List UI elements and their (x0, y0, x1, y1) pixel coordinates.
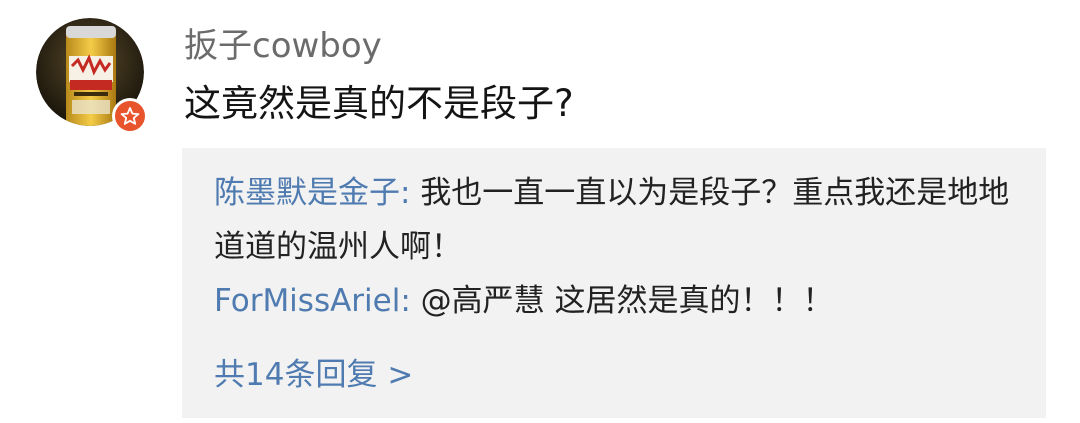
reply-username[interactable]: ForMissAriel (214, 283, 400, 319)
user-avatar[interactable] (36, 18, 148, 134)
comment-text: 这竟然是真的不是段子? (184, 82, 574, 125)
more-replies-link[interactable]: 共14条回复 > (214, 350, 413, 400)
reply-text: @高严慧 这居然是真的！！！ (420, 283, 834, 319)
reply-item[interactable]: ForMissAriel: @高严慧 这居然是真的！！！ (214, 274, 1034, 328)
more-replies-label: 共14条回复 (214, 357, 378, 393)
comment-username[interactable]: 扳子cowboy (184, 22, 382, 70)
star-badge-icon (112, 98, 148, 134)
reply-item[interactable]: 陈墨默是金子: 我也一直一直以为是段子？重点我还是地地道道的温州人啊！ (214, 166, 1034, 274)
chevron-right-icon: > (387, 357, 414, 393)
reply-username[interactable]: 陈墨默是金子 (214, 175, 400, 211)
reply-separator: : (400, 175, 421, 211)
reply-separator: : (400, 283, 421, 319)
replies-panel: 陈墨默是金子: 我也一直一直以为是段子？重点我还是地地道道的温州人啊！ ForM… (182, 148, 1046, 418)
